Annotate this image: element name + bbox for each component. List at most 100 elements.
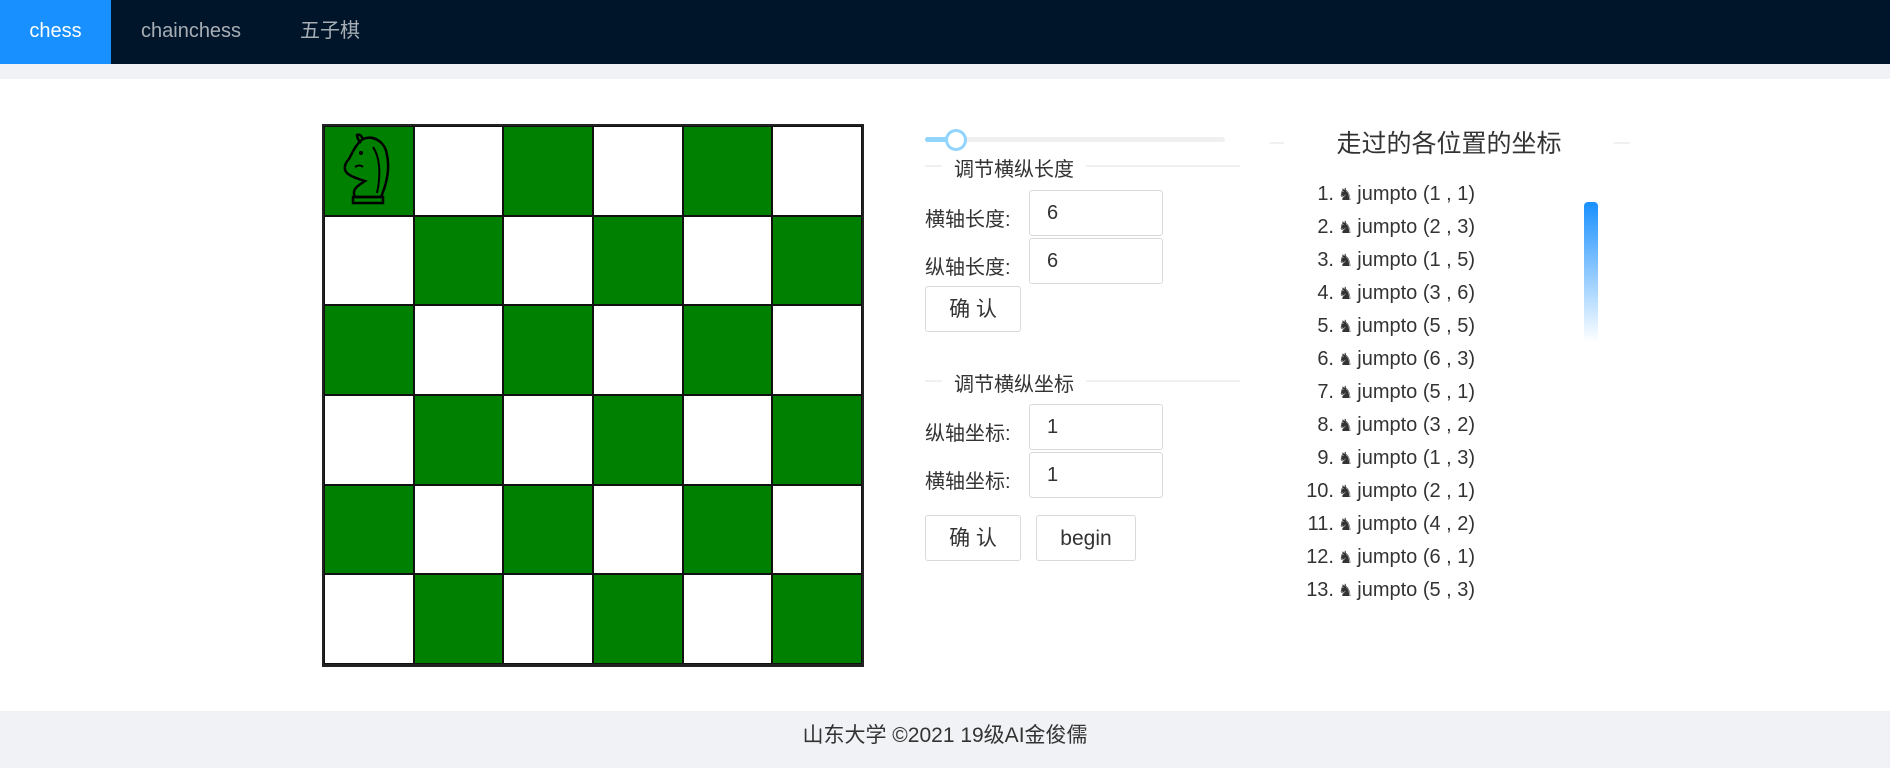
- y-coord-input[interactable]: [1029, 404, 1163, 450]
- board-cell[interactable]: [324, 394, 414, 485]
- top-navigation-bar: chess chainchess 五子棋: [0, 0, 1890, 64]
- history-item: 4. ♞ jumpto (3 , 6): [1300, 277, 1560, 310]
- board-cell[interactable]: [772, 126, 862, 216]
- history-item-number: 2.: [1317, 216, 1334, 238]
- nav-tab-gomoku[interactable]: 五子棋: [300, 0, 360, 64]
- history-item-number: 12.: [1306, 546, 1334, 568]
- board-cell[interactable]: [682, 305, 773, 395]
- board-cell[interactable]: [503, 574, 593, 664]
- y-length-label: 纵轴长度:: [925, 257, 1011, 279]
- board-cell[interactable]: [592, 305, 683, 395]
- knight-icon: ♞: [1338, 317, 1354, 336]
- board-cell[interactable]: [682, 126, 773, 216]
- board-cell[interactable]: [592, 126, 683, 216]
- footer-text: 山东大学 ©2021 19级AI金俊儒: [802, 724, 1088, 747]
- history-item-text: jumpto (1 , 5): [1357, 249, 1476, 271]
- board-cell[interactable]: [592, 484, 683, 575]
- history-item-text: jumpto (2 , 1): [1357, 480, 1476, 502]
- history-item: 5. ♞ jumpto (5 , 5): [1300, 310, 1560, 343]
- board-cell[interactable]: [592, 394, 683, 485]
- history-item: 3. ♞ jumpto (1 , 5): [1300, 244, 1560, 277]
- board-cell[interactable]: [324, 574, 414, 664]
- knight-icon: ♞: [1338, 383, 1354, 402]
- history-item-number: 1.: [1317, 183, 1334, 205]
- board-cell[interactable]: [682, 394, 773, 485]
- board-cell[interactable]: [682, 215, 773, 306]
- board-cell[interactable]: [682, 484, 773, 575]
- knight-icon: ♞: [1338, 581, 1354, 600]
- history-item-text: jumpto (3 , 2): [1357, 414, 1476, 436]
- board-cell[interactable]: [413, 394, 504, 485]
- knight-icon: ♞: [1338, 350, 1354, 369]
- speed-slider[interactable]: [925, 129, 1225, 151]
- history-item-text: jumpto (3 , 6): [1357, 282, 1476, 304]
- board-cell[interactable]: [682, 574, 773, 664]
- history-scrollbar[interactable]: [1584, 202, 1598, 342]
- knight-icon: ♞: [1338, 548, 1354, 567]
- begin-button[interactable]: begin: [1036, 515, 1136, 561]
- history-title: 走过的各位置的坐标: [1284, 124, 1614, 160]
- board-cell[interactable]: [772, 305, 862, 395]
- history-item-text: jumpto (5 , 5): [1357, 315, 1476, 337]
- history-item-text: jumpto (1 , 1): [1357, 183, 1476, 205]
- x-coord-input[interactable]: [1029, 452, 1163, 498]
- board-cell[interactable]: [592, 215, 683, 306]
- nav-tab-chainchess[interactable]: chainchess: [141, 0, 241, 64]
- board-cell[interactable]: [772, 574, 862, 664]
- history-item-number: 4.: [1317, 282, 1334, 304]
- board-cell[interactable]: [413, 305, 504, 395]
- history-item-text: jumpto (5 , 1): [1357, 381, 1476, 403]
- board-cell[interactable]: [324, 305, 414, 395]
- size-section-title: 调节横纵长度: [942, 153, 1086, 182]
- y-length-input[interactable]: [1029, 238, 1163, 284]
- board-cell[interactable]: [413, 574, 504, 664]
- knight-icon: ♞: [1338, 416, 1354, 435]
- history-item-number: 11.: [1307, 513, 1334, 535]
- board-cell[interactable]: [413, 484, 504, 575]
- board-cell[interactable]: [772, 215, 862, 306]
- y-coord-label: 纵轴坐标:: [925, 423, 1011, 445]
- board-cell[interactable]: [413, 126, 504, 216]
- knight-icon: ♞: [1338, 185, 1354, 204]
- board-cell[interactable]: [413, 215, 504, 306]
- confirm-coord-button[interactable]: 确 认: [925, 515, 1021, 561]
- history-item: 13. ♞ jumpto (5 , 3): [1300, 574, 1560, 607]
- history-item: 8. ♞ jumpto (3 , 2): [1300, 409, 1560, 442]
- board-cell[interactable]: [324, 484, 414, 575]
- history-item: 7. ♞ jumpto (5 , 1): [1300, 376, 1560, 409]
- history-item: 6. ♞ jumpto (6 , 3): [1300, 343, 1560, 376]
- history-item-number: 3.: [1317, 249, 1334, 271]
- board-cell[interactable]: [324, 215, 414, 306]
- board-cell[interactable]: [503, 215, 593, 306]
- board-cell[interactable]: [503, 484, 593, 575]
- x-length-input[interactable]: [1029, 190, 1163, 236]
- board-cell[interactable]: [324, 126, 414, 216]
- confirm-size-button[interactable]: 确 认: [925, 286, 1021, 332]
- board-cell[interactable]: [592, 574, 683, 664]
- x-length-label: 横轴长度:: [925, 209, 1011, 231]
- history-item-number: 13.: [1306, 579, 1334, 601]
- history-item-number: 8.: [1317, 414, 1334, 436]
- knight-icon: ♞: [1338, 284, 1354, 303]
- board-cell[interactable]: [503, 305, 593, 395]
- history-item-text: jumpto (6 , 3): [1357, 348, 1476, 370]
- board-cell[interactable]: [503, 126, 593, 216]
- history-item-text: jumpto (6 , 1): [1357, 546, 1476, 568]
- slider-rail: [925, 137, 1225, 142]
- chess-board[interactable]: [322, 124, 864, 667]
- history-item-number: 6.: [1317, 348, 1334, 370]
- history-item-text: jumpto (1 , 3): [1357, 447, 1476, 469]
- board-cell[interactable]: [772, 394, 862, 485]
- knight-icon: ♞: [1338, 515, 1354, 534]
- history-item: 1. ♞ jumpto (1 , 1): [1300, 178, 1560, 211]
- history-item: 10. ♞ jumpto (2 , 1): [1300, 475, 1560, 508]
- history-item: 2. ♞ jumpto (2 , 3): [1300, 211, 1560, 244]
- nav-tab-chess[interactable]: chess: [0, 0, 111, 64]
- history-item-number: 5.: [1317, 315, 1334, 337]
- board-cell[interactable]: [772, 484, 862, 575]
- main-content: 调节横纵长度 横轴长度: 纵轴长度: 确 认 调节横纵坐标 纵轴坐标: 横轴坐标…: [0, 79, 1890, 711]
- history-item: 12. ♞ jumpto (6 , 1): [1300, 541, 1560, 574]
- board-cell[interactable]: [503, 394, 593, 485]
- history-item-text: jumpto (2 , 3): [1357, 216, 1476, 238]
- slider-handle[interactable]: [945, 129, 967, 151]
